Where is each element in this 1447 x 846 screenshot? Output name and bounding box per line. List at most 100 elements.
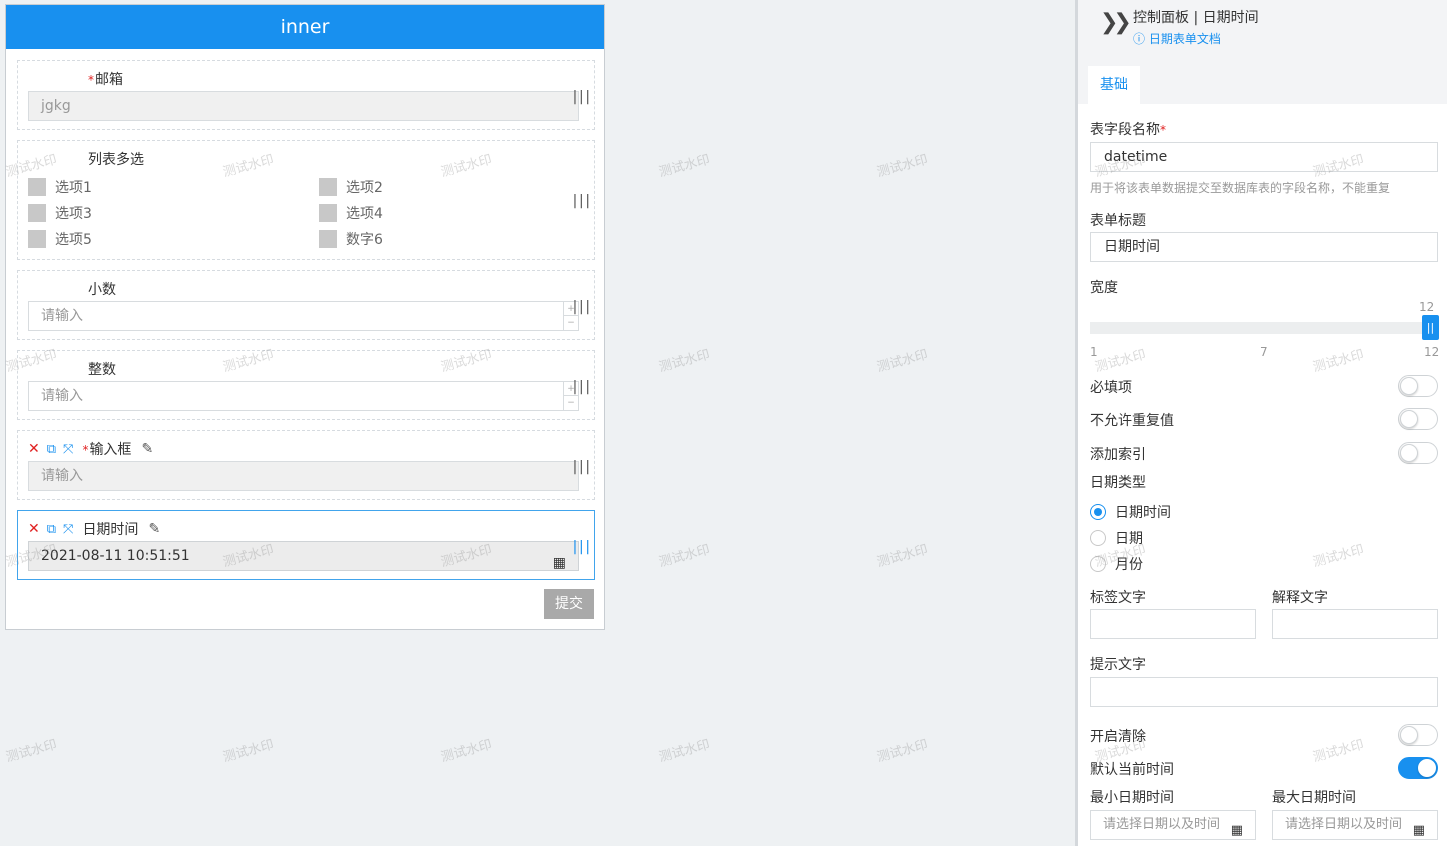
checkbox-option[interactable]: 选项4	[319, 203, 383, 223]
clearable-label: 开启清除	[1090, 729, 1146, 745]
toggle-unique-label: 不允许重复值	[1090, 413, 1174, 429]
radio-datetime[interactable]: 日期时间	[1090, 502, 1171, 522]
tab-basic[interactable]: 基础	[1088, 66, 1140, 104]
watermark-text: 测试水印	[439, 737, 494, 766]
integer-input[interactable]: 请输入	[28, 381, 579, 411]
datetime-label: 日期时间	[82, 522, 139, 538]
email-input[interactable]: jgkg	[28, 91, 579, 121]
checkbox-option[interactable]: 选项5	[28, 229, 92, 249]
watermark-text: 测试水印	[875, 542, 930, 571]
edit-pencil-icon[interactable]: ✎	[141, 441, 153, 457]
prompt-text-input[interactable]	[1090, 677, 1438, 707]
edit-pencil-icon[interactable]: ✎	[148, 521, 160, 537]
required-mark: *	[88, 73, 94, 87]
panel-tabbar: 基础	[1078, 56, 1447, 104]
width-label: 宽度	[1090, 280, 1118, 296]
drag-handle-icon[interactable]: |||	[571, 193, 592, 209]
integer-label: 整数	[88, 362, 116, 378]
checkbox-option[interactable]: 数字6	[319, 229, 383, 249]
field-toolbar: ✕ ⧉ ⤧ 日期时间 ✎	[28, 519, 160, 539]
fullwidth-icon[interactable]: ⤧	[63, 442, 73, 457]
radio-icon[interactable]	[1090, 556, 1106, 572]
checkbox-icon[interactable]	[28, 178, 46, 196]
toggle-index[interactable]	[1398, 442, 1438, 464]
watermark-text: 测试水印	[4, 737, 59, 766]
radio-checked-icon[interactable]	[1090, 504, 1106, 520]
stepper-down-icon[interactable]: −	[564, 316, 578, 330]
toggle-required-label: 必填项	[1090, 380, 1132, 396]
max-date-input[interactable]: 请选择日期以及时间 ▦	[1272, 810, 1438, 840]
checkbox-icon[interactable]	[28, 230, 46, 248]
toggle-clearable[interactable]	[1398, 724, 1438, 746]
radio-icon[interactable]	[1090, 530, 1106, 546]
panel-header: ❯❯ 控制面板 | 日期时间 ⓘ 日期表单文档	[1078, 0, 1447, 56]
toggle-unique[interactable]	[1398, 408, 1438, 430]
width-tick-max: 12	[1424, 345, 1440, 359]
panel-title: 控制面板 | 日期时间	[1133, 10, 1259, 26]
watermark-text: 测试水印	[657, 737, 712, 766]
min-date-label: 最小日期时间	[1090, 790, 1174, 806]
checkbox-icon[interactable]	[28, 204, 46, 222]
field-name-hint: 用于将该表单数据提交至数据库表的字段名称，不能重复	[1090, 181, 1391, 195]
watermark-text: 测试水印	[875, 737, 930, 766]
stepper-down-icon[interactable]: −	[564, 396, 578, 410]
calendar-icon[interactable]: ▦	[1231, 817, 1243, 845]
explain-text-label: 解释文字	[1272, 590, 1328, 606]
checkbox-icon[interactable]	[319, 230, 337, 248]
watermark-text: 测试水印	[657, 542, 712, 571]
collapse-double-chevron-icon[interactable]: ❯❯	[1100, 10, 1132, 35]
fullwidth-icon[interactable]: ⤧	[63, 522, 73, 537]
checkbox-option[interactable]: 选项3	[28, 203, 92, 223]
field-block-email[interactable]: *邮箱 jgkg |||	[17, 60, 595, 130]
checkbox-icon[interactable]	[319, 178, 337, 196]
form-title-input[interactable]: 日期时间	[1090, 232, 1438, 262]
copy-icon[interactable]: ⧉	[47, 522, 56, 537]
field-block-text-input[interactable]: ✕ ⧉ ⤧ *输入框 ✎ 请输入 |||	[17, 430, 595, 500]
field-block-integer[interactable]: 整数 请输入 + − |||	[17, 350, 595, 420]
width-slider-thumb[interactable]: ||	[1422, 315, 1439, 340]
calendar-icon[interactable]: ▦	[553, 549, 566, 577]
field-block-datetime[interactable]: ✕ ⧉ ⤧ 日期时间 ✎ 2021-08-11 10:51:51 ▦ |||	[17, 510, 595, 580]
radio-date[interactable]: 日期	[1090, 528, 1143, 548]
min-date-input[interactable]: 请选择日期以及时间 ▦	[1090, 810, 1256, 840]
drag-handle-icon[interactable]: |||	[571, 539, 592, 555]
checkbox-option[interactable]: 选项1	[28, 177, 92, 197]
prompt-text-label: 提示文字	[1090, 657, 1146, 673]
drag-handle-icon[interactable]: |||	[571, 379, 592, 395]
delete-icon[interactable]: ✕	[28, 441, 40, 457]
control-panel: ❯❯ 控制面板 | 日期时间 ⓘ 日期表单文档 基础 表字段名称* dateti…	[1075, 0, 1447, 846]
doc-link[interactable]: ⓘ 日期表单文档	[1133, 30, 1221, 47]
checkbox-option[interactable]: 选项2	[319, 177, 383, 197]
radio-month[interactable]: 月份	[1090, 554, 1143, 574]
checkbox-icon[interactable]	[319, 204, 337, 222]
width-slider-track[interactable]	[1090, 322, 1426, 334]
date-type-label: 日期类型	[1090, 475, 1146, 491]
max-date-label: 最大日期时间	[1272, 790, 1356, 806]
text-input[interactable]: 请输入	[28, 461, 579, 491]
field-block-multi-list[interactable]: 列表多选 选项1 选项2 选项3 选项4 选项5 数字6 |||	[17, 140, 595, 260]
explain-text-input[interactable]	[1272, 609, 1438, 639]
field-block-decimal[interactable]: 小数 请输入 + − |||	[17, 270, 595, 340]
decimal-label: 小数	[88, 282, 116, 298]
toggle-required[interactable]	[1398, 375, 1438, 397]
drag-handle-icon[interactable]: |||	[571, 299, 592, 315]
drag-handle-icon[interactable]: |||	[571, 459, 592, 475]
tag-text-input[interactable]	[1090, 609, 1256, 639]
datetime-value: 2021-08-11 10:51:51	[41, 548, 190, 564]
width-tick-mid: 7	[1260, 345, 1268, 359]
watermark-text: 测试水印	[875, 152, 930, 181]
form-canvas: inner *邮箱 jgkg ||| 列表多选 选项1 选项2 选项3 选项4 …	[5, 4, 605, 630]
toggle-default-now[interactable]	[1398, 757, 1438, 779]
datetime-input[interactable]: 2021-08-11 10:51:51 ▦	[28, 541, 579, 571]
copy-icon[interactable]: ⧉	[47, 442, 56, 457]
watermark-text: 测试水印	[875, 347, 930, 376]
calendar-icon[interactable]: ▦	[1413, 817, 1425, 845]
submit-button[interactable]: 提交	[544, 589, 594, 619]
form-title-label: 表单标题	[1090, 213, 1146, 229]
drag-handle-icon[interactable]: |||	[571, 89, 592, 105]
multi-list-label: 列表多选	[88, 152, 144, 168]
field-name-input[interactable]: datetime	[1090, 142, 1438, 172]
form-title: inner	[6, 5, 604, 49]
delete-icon[interactable]: ✕	[28, 521, 40, 537]
decimal-input[interactable]: 请输入	[28, 301, 579, 331]
